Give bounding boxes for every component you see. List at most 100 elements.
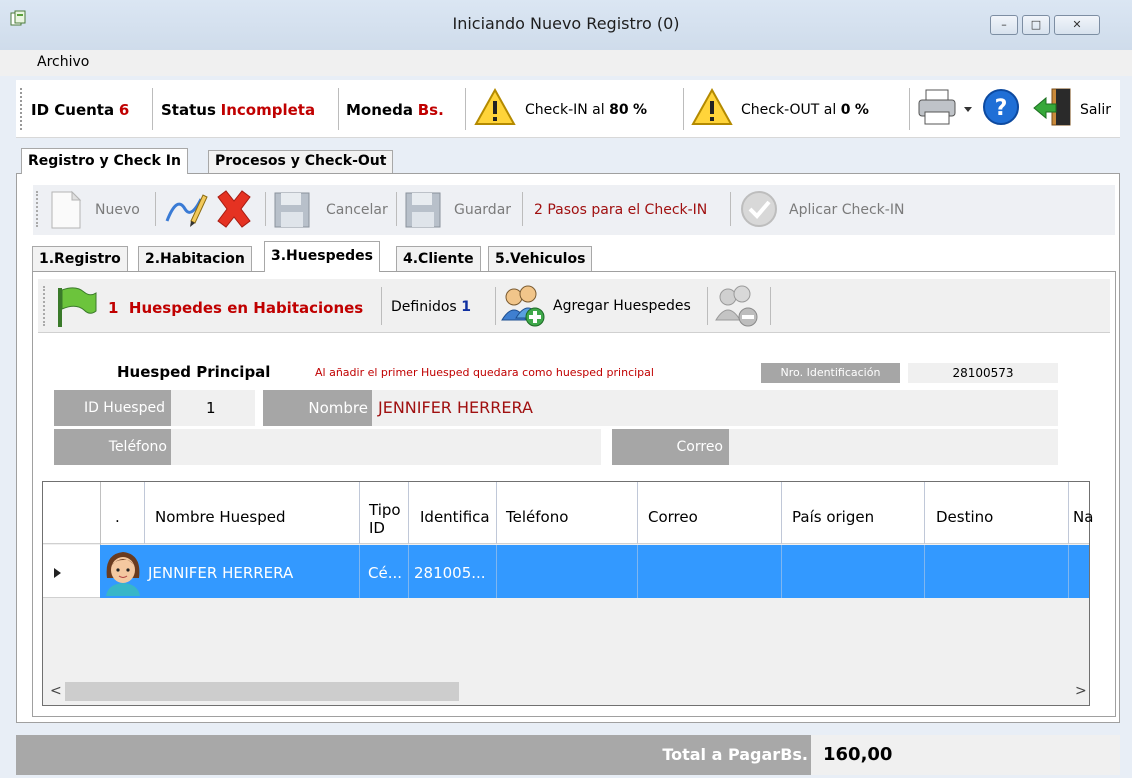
checkout-value: 0 <box>840 102 851 118</box>
edit-icon[interactable] <box>163 189 209 229</box>
column-header-identificacion[interactable]: Identifica <box>420 508 490 526</box>
nombre-label: Nombre <box>263 390 372 426</box>
correo-field[interactable] <box>729 429 1058 465</box>
nro-identificacion-field[interactable]: 28100573 <box>908 363 1058 383</box>
telefono-field[interactable] <box>171 429 601 465</box>
total-value: 160,00 <box>811 735 1120 775</box>
checkin-value: 80 <box>609 102 629 118</box>
divider <box>707 287 708 325</box>
divider <box>265 192 266 226</box>
tab-vehiculos[interactable]: 5.Vehiculos <box>488 246 593 271</box>
salir-button[interactable]: Salir <box>1080 102 1111 118</box>
check-circle-icon[interactable] <box>739 189 781 229</box>
column-header-na[interactable]: Na <box>1073 508 1093 526</box>
divider <box>359 482 360 544</box>
column-header-pais-origen[interactable]: País origen <box>792 508 874 526</box>
tab-registro[interactable]: 1.Registro <box>32 246 128 271</box>
tab-registro-checkin[interactable]: Registro y Check In <box>21 148 188 174</box>
checkin-progress: Check-IN al 80 % <box>525 102 647 118</box>
divider <box>730 192 731 226</box>
moneda-label: Moneda <box>346 101 413 119</box>
checkin-unit: % <box>633 102 648 118</box>
avatar <box>106 552 140 596</box>
divider <box>522 192 523 226</box>
definidos-label: Definidos <box>391 299 457 315</box>
guardar-button[interactable]: Guardar <box>454 202 511 218</box>
moneda-value: Bs. <box>417 101 444 119</box>
exit-icon[interactable] <box>1030 86 1078 130</box>
warning-icon <box>691 87 733 125</box>
aplicar-checkin-button[interactable]: Aplicar Check-IN <box>789 202 904 218</box>
pasos-checkin-label: 2 Pasos para el Check-IN <box>534 202 708 218</box>
definidos-value: 1 <box>461 299 471 315</box>
remove-users-icon[interactable] <box>712 284 762 328</box>
menu-archivo[interactable]: Archivo <box>37 54 89 70</box>
cell-identificacion: 281005... <box>414 564 486 582</box>
divider <box>1068 545 1069 598</box>
id-cuenta: ID Cuenta 6 <box>31 101 129 119</box>
correo-label: Correo <box>612 429 729 465</box>
id-huesped-field[interactable]: 1 <box>171 390 255 426</box>
column-header-nombre[interactable]: Nombre Huesped <box>155 508 285 526</box>
divider <box>924 482 925 544</box>
printer-icon[interactable] <box>916 87 976 127</box>
divider <box>408 482 409 544</box>
divider <box>152 88 153 130</box>
huespedes-count-label: Huespedes en Habitaciones <box>128 299 364 317</box>
column-header-destino[interactable]: Destino <box>936 508 993 526</box>
column-header-correo[interactable]: Correo <box>648 508 698 526</box>
divider <box>637 545 638 598</box>
grip-icon <box>20 88 23 130</box>
huesped-principal-title: Huesped Principal <box>117 363 271 381</box>
add-users-icon[interactable] <box>500 284 546 328</box>
divider <box>781 545 782 598</box>
agregar-huespedes-button[interactable]: Agregar Huespedes <box>553 298 691 314</box>
grip-icon <box>36 191 39 227</box>
column-header-photo[interactable]: . <box>115 508 120 526</box>
save-icon[interactable] <box>403 190 443 230</box>
nuevo-button[interactable]: Nuevo <box>95 202 140 218</box>
cancel-save-icon[interactable] <box>272 190 316 230</box>
tab-cliente[interactable]: 4.Cliente <box>396 246 481 271</box>
telefono-label: Teléfono <box>54 429 171 465</box>
checkout-unit: % <box>854 102 869 118</box>
status-label: Status <box>161 101 216 119</box>
tab-habitacion[interactable]: 2.Habitacion <box>138 246 252 271</box>
checkin-label: Check-IN al <box>525 102 605 118</box>
divider <box>1068 482 1069 544</box>
divider <box>496 482 497 544</box>
column-header-tipo-id[interactable]: Tipo ID <box>369 501 407 537</box>
tab-huespedes[interactable]: 3.Huespedes <box>264 241 380 272</box>
huespedes-count: 1 Huespedes en Habitaciones <box>108 299 363 317</box>
delete-icon[interactable] <box>212 189 256 231</box>
help-icon[interactable]: ? <box>981 87 1021 127</box>
close-button[interactable]: ✕ <box>1054 15 1100 35</box>
scroll-left-icon[interactable]: < <box>50 683 62 699</box>
minimize-button[interactable]: – <box>990 15 1018 35</box>
row-header[interactable] <box>43 545 100 598</box>
nombre-field[interactable]: JENNIFER HERRERA <box>372 390 1058 426</box>
definidos: Definidos 1 <box>391 299 471 315</box>
maximize-button[interactable]: □ <box>1022 15 1050 35</box>
checkout-progress: Check-OUT al 0 % <box>741 102 869 118</box>
divider <box>496 545 497 598</box>
divider <box>909 88 910 130</box>
svg-text:?: ? <box>995 96 1008 121</box>
cancelar-button[interactable]: Cancelar <box>326 202 388 218</box>
new-document-icon[interactable] <box>48 190 84 230</box>
tab-procesos-checkout[interactable]: Procesos y Check-Out <box>208 150 394 173</box>
divider <box>495 287 496 325</box>
huespedes-count-value: 1 <box>108 299 119 317</box>
cell-nombre: JENNIFER HERRERA <box>148 564 294 582</box>
row-pointer-icon <box>54 568 61 578</box>
window-title: Iniciando Nuevo Registro (0) <box>452 14 680 33</box>
huesped-principal-note: Al añadir el primer Huesped quedara como… <box>315 366 654 379</box>
cell-tipo-id: Cé... <box>368 564 403 582</box>
scrollbar-thumb[interactable] <box>65 682 459 701</box>
divider <box>338 88 339 130</box>
grip-icon <box>43 286 46 326</box>
warning-icon <box>474 87 516 125</box>
scroll-right-icon[interactable]: > <box>1075 683 1087 699</box>
divider <box>637 482 638 544</box>
column-header-telefono[interactable]: Teléfono <box>506 508 568 526</box>
